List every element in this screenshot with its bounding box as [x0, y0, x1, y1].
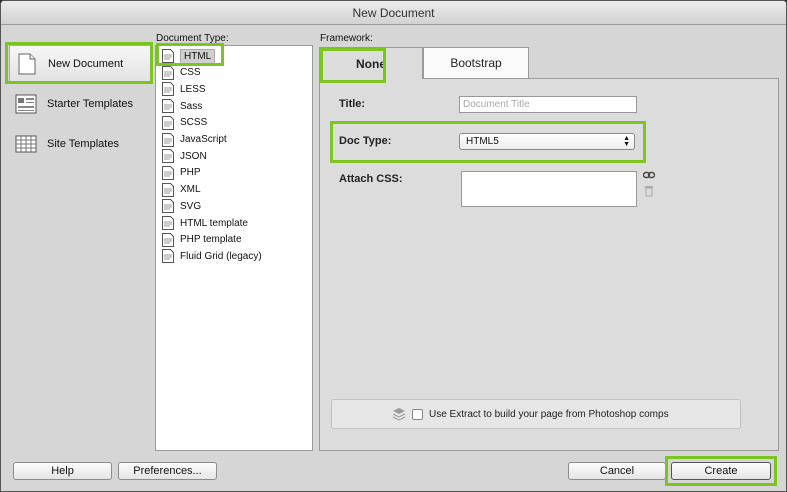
document-file-icon	[162, 216, 174, 230]
document-type-label: JavaScript	[180, 134, 227, 145]
document-type-label: SCSS	[180, 117, 208, 129]
use-extract-label: Use Extract to build your page from Phot…	[429, 408, 669, 420]
document-type-item[interactable]: Sass	[162, 98, 202, 114]
document-type-item[interactable]: LESS	[162, 81, 206, 97]
help-button[interactable]: Help	[13, 462, 112, 480]
extract-icon	[392, 407, 406, 421]
category-label: New Document	[48, 58, 124, 70]
document-type-item[interactable]: PHP	[162, 165, 201, 181]
document-type-label: CSS	[180, 67, 201, 79]
document-type-label: JSON	[180, 150, 207, 162]
document-type-label: PHP template	[180, 234, 242, 246]
doc-type-select[interactable]: HTML5 ▲ ▼	[459, 133, 635, 150]
doc-type-value: HTML5	[466, 136, 499, 147]
document-type-item[interactable]: JSON	[162, 148, 207, 164]
document-type-item[interactable]: SVG	[162, 198, 201, 214]
extract-bar: Use Extract to build your page from Phot…	[331, 399, 741, 429]
document-file-icon	[162, 149, 174, 164]
document-type-item[interactable]: PHP template	[162, 232, 242, 248]
tab-none[interactable]: None	[319, 47, 423, 79]
document-type-label: Sass	[180, 100, 203, 112]
document-file-icon	[162, 82, 174, 97]
cancel-button[interactable]: Cancel	[568, 462, 666, 480]
document-file-icon	[162, 199, 174, 214]
category-label: Site Templates	[47, 138, 119, 150]
document-type-label: PHP	[180, 167, 201, 179]
starter-templates-icon	[15, 92, 37, 116]
document-type-label: Fluid Grid (legacy)	[180, 250, 262, 262]
doc-type-label: Doc Type:	[339, 135, 392, 147]
dialog-title: New Document	[1, 1, 786, 25]
category-label: Starter Templates	[47, 98, 134, 110]
document-file-icon	[162, 115, 174, 130]
document-file-icon	[162, 65, 174, 80]
category-starter-templates[interactable]: Starter Templates	[9, 85, 151, 123]
category-site-templates[interactable]: Site Templates	[9, 125, 151, 163]
new-document-dialog: New Document New Document Starter Templa…	[0, 0, 787, 492]
link-icon[interactable]	[642, 169, 656, 181]
document-type-item[interactable]: Fluid Grid (legacy)	[162, 248, 262, 264]
document-file-icon	[162, 249, 174, 264]
document-type-label: SVG	[180, 200, 202, 212]
document-type-label: HTML template	[180, 217, 248, 229]
title-label: Title:	[339, 98, 366, 110]
preferences-button[interactable]: Preferences...	[118, 462, 217, 480]
blank-page-icon	[16, 52, 38, 76]
document-file-icon	[162, 182, 174, 197]
document-file-icon	[162, 99, 174, 114]
tab-bootstrap[interactable]: Bootstrap	[423, 47, 529, 79]
attach-css-label: Attach CSS:	[339, 173, 403, 185]
document-type-item[interactable]: HTML template	[162, 215, 248, 231]
trash-icon[interactable]	[643, 185, 655, 197]
title-input[interactable]	[459, 96, 637, 113]
document-type-item[interactable]: JavaScript	[162, 132, 227, 148]
create-button[interactable]: Create	[671, 462, 771, 480]
document-file-icon	[162, 49, 174, 63]
document-type-item[interactable]: XML	[162, 182, 201, 198]
use-extract-checkbox[interactable]	[412, 408, 423, 420]
document-type-item[interactable]: CSS	[162, 65, 201, 81]
select-arrows-icon: ▲ ▼	[623, 135, 630, 148]
document-file-icon	[162, 165, 174, 180]
framework-label: Framework:	[320, 33, 373, 44]
document-type-label: HTML	[180, 48, 216, 64]
document-type-item[interactable]: HTML	[162, 48, 216, 64]
category-new-document[interactable]: New Document	[9, 45, 151, 83]
document-type-label: LESS	[180, 83, 206, 95]
attach-css-list[interactable]	[461, 171, 637, 207]
site-templates-icon	[15, 132, 37, 156]
document-type-item[interactable]: SCSS	[162, 115, 207, 131]
document-file-icon	[162, 132, 174, 147]
document-file-icon	[162, 232, 174, 247]
document-type-label: Document Type:	[156, 33, 229, 44]
document-type-label: XML	[180, 184, 201, 196]
